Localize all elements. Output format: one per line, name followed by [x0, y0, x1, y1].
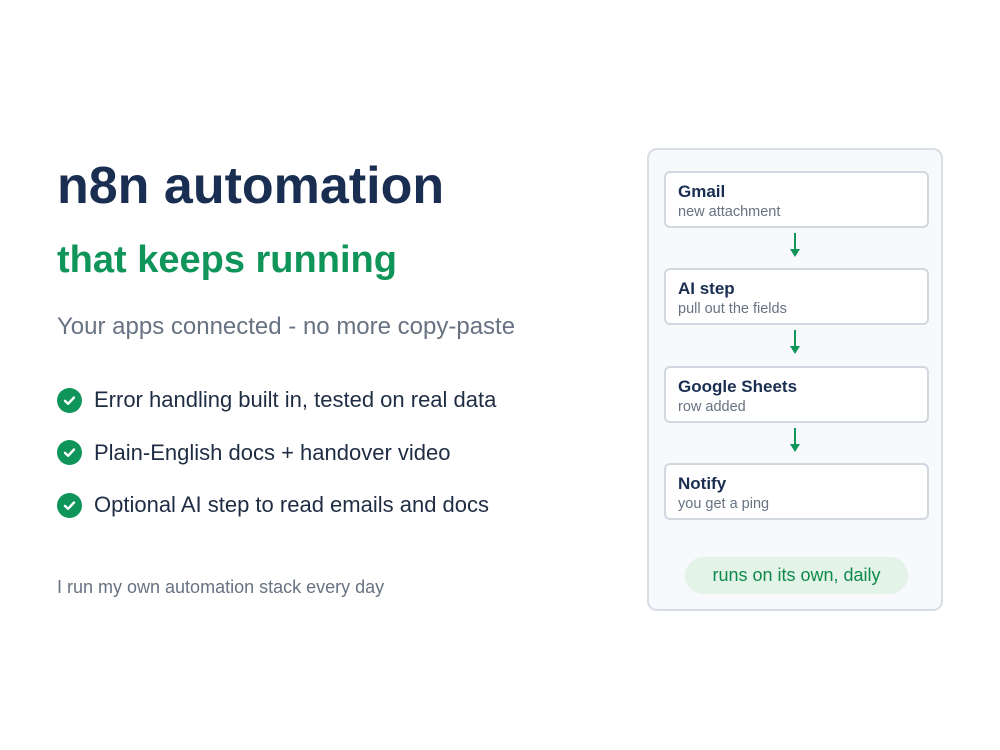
- step-description: new attachment: [678, 204, 781, 220]
- workflow-step-sheets: Google Sheets row added: [664, 366, 929, 423]
- page-title: n8n automation: [57, 157, 445, 215]
- feature-list: Error handling built in, tested on real …: [57, 384, 496, 542]
- page-subtitle: that keeps running: [57, 239, 397, 281]
- check-circle-icon: [57, 492, 82, 518]
- footnote: I run my own automation stack every day: [57, 577, 385, 597]
- status-badge: runs on its own, daily: [685, 557, 908, 594]
- feature-text: Plain-English docs + handover video: [94, 439, 451, 465]
- feature-item: Error handling built in, tested on real …: [57, 384, 496, 416]
- check-circle-icon: [57, 440, 82, 465]
- step-name: AI step: [678, 279, 735, 298]
- feature-item: Optional AI step to read emails and docs: [57, 489, 496, 521]
- arrow-down-icon: [790, 233, 800, 257]
- workflow-step-notify: Notify you get a ping: [664, 463, 929, 520]
- step-name: Gmail: [678, 182, 726, 201]
- step-name: Notify: [678, 474, 727, 493]
- check-circle-icon: [57, 387, 82, 413]
- workflow-step-gmail: Gmail new attachment: [664, 171, 929, 228]
- workflow-panel: Gmail new attachment AI step pull out th…: [647, 148, 943, 611]
- tagline: Your apps connected - no more copy-paste: [57, 313, 516, 340]
- step-name: Google Sheets: [678, 377, 798, 396]
- feature-text: Error handling built in, tested on real …: [94, 387, 497, 412]
- workflow-step-ai: AI step pull out the fields: [664, 268, 929, 325]
- arrow-down-icon: [790, 428, 800, 452]
- step-description: you get a ping: [678, 496, 770, 512]
- arrow-down-icon: [790, 330, 800, 354]
- feature-text: Optional AI step to read emails and docs: [94, 492, 490, 517]
- step-description: pull out the fields: [678, 301, 787, 317]
- step-description: row added: [678, 399, 746, 415]
- feature-item: Plain-English docs + handover video: [57, 437, 496, 469]
